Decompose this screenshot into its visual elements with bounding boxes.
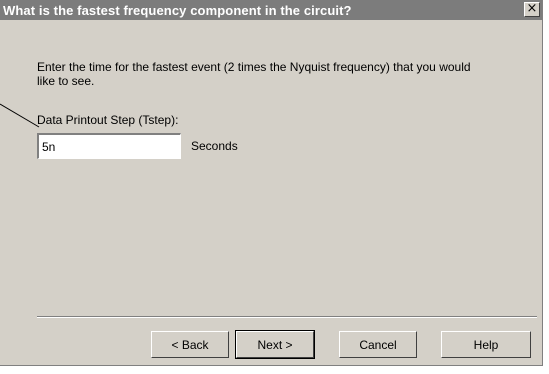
close-icon: × [526,1,538,16]
instructions-text: Enter the time for the fastest event (2 … [37,60,471,88]
screen: What is the fastest frequency component … [0,0,549,374]
cancel-button[interactable]: Cancel [339,331,417,358]
close-button[interactable]: × [524,2,540,17]
tstep-label: Data Printout Step (Tstep): [37,113,179,127]
back-button[interactable]: < Back [151,331,229,358]
dialog-title: What is the fastest frequency component … [3,2,352,18]
next-button[interactable]: Next > [235,330,315,359]
title-bar: What is the fastest frequency component … [0,0,542,20]
wizard-dialog: What is the fastest frequency component … [0,0,543,366]
units-label: Seconds [191,139,238,153]
button-separator [37,316,537,318]
help-button[interactable]: Help [441,331,531,358]
tstep-input[interactable] [37,133,181,159]
